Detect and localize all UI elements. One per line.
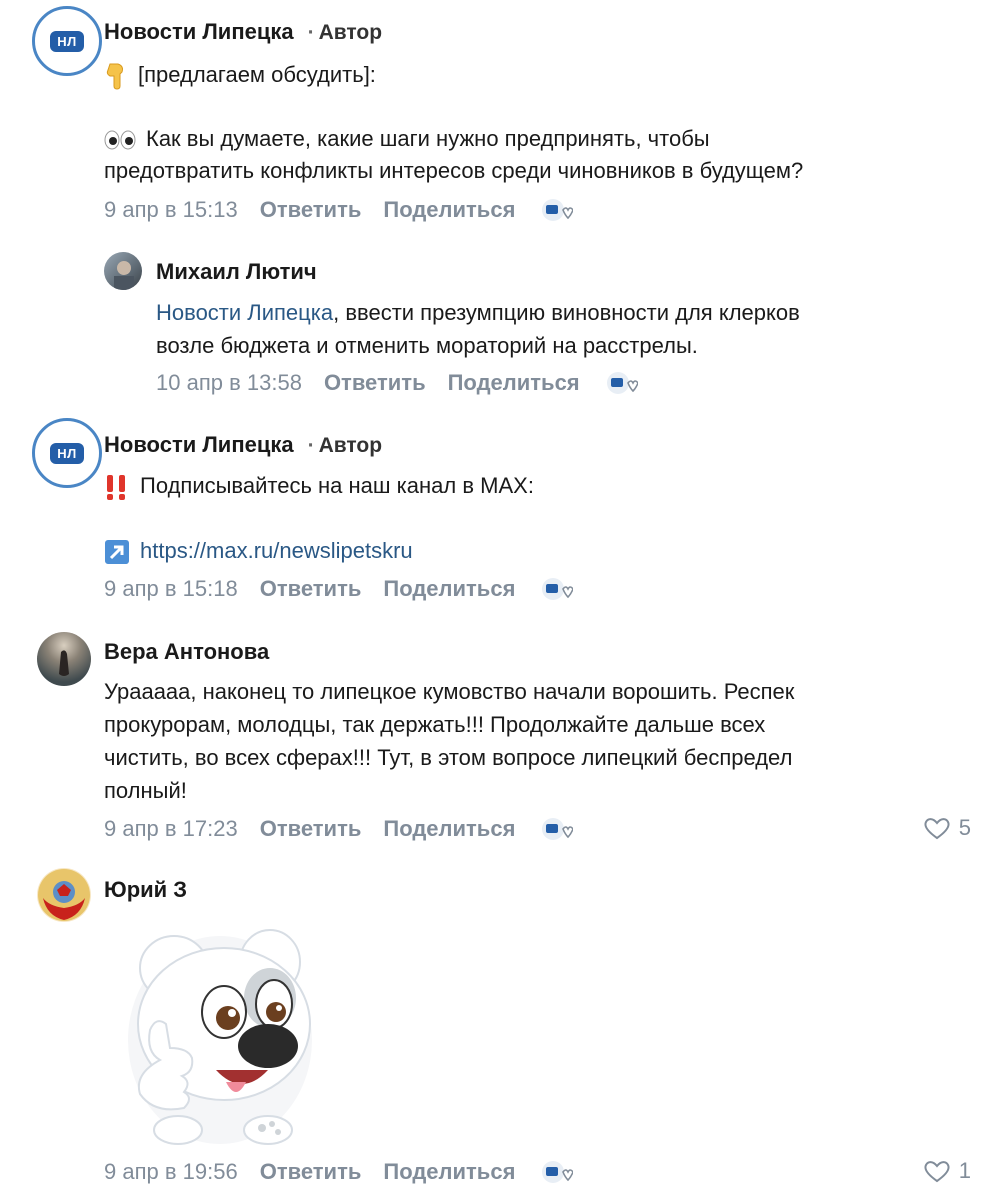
comment-date[interactable]: 9 апр в 15:18 — [104, 575, 238, 603]
comment-text: [предлагаем обсудить]: — [104, 58, 376, 91]
comment-line: предотвратить конфликты интересов среди … — [104, 158, 804, 183]
comment-text: возле бюджета и отменить мораторий на ра… — [156, 329, 698, 362]
comment-text: https://max.ru/newslipetskru — [104, 534, 413, 567]
reply-button[interactable]: Ответить — [260, 1158, 362, 1186]
comment-text: Как вы думаете, какие шаги нужно предпри… — [104, 122, 710, 155]
avatar[interactable]: НЛ — [32, 418, 102, 488]
author-badge: · Автор — [307, 21, 383, 44]
brand-badge: НЛ — [50, 442, 84, 464]
comment-meta: 9 апр в 15:18 Ответить Поделиться — [104, 575, 575, 603]
comment-text: Подписывайтесь на наш канал в MAX: — [104, 469, 534, 502]
mention-link[interactable]: Новости Липецка — [156, 300, 333, 325]
comment-text: Урааааа, наконец то липецкое кумовство н… — [104, 675, 794, 708]
point-down-emoji — [106, 63, 123, 90]
comment-meta: 9 апр в 15:13 Ответить Поделиться — [104, 196, 575, 224]
reaction-icon[interactable] — [541, 198, 575, 222]
comment-line: чистить, во всех сферах!!! Тут, в этом в… — [104, 745, 793, 770]
comment-line: [предлагаем обсудить]: — [138, 62, 376, 87]
like-count: 5 — [958, 815, 971, 840]
comment-line: прокурорам, молодцы, так держать!!! Прод… — [104, 712, 766, 737]
reaction-icon[interactable] — [541, 577, 575, 601]
author-badge-label: Автор — [318, 21, 383, 44]
comment-author[interactable]: Вера Антонова — [104, 638, 269, 666]
reaction-icon[interactable] — [606, 371, 639, 395]
comment-text: полный! — [104, 774, 187, 807]
brand-badge: НЛ — [50, 30, 84, 52]
like-count: 1 — [958, 1158, 971, 1183]
eyes-emoji — [104, 130, 136, 150]
comment-text: чистить, во всех сферах!!! Тут, в этом в… — [104, 741, 792, 774]
heart-icon — [924, 818, 950, 840]
comment-author[interactable]: Юрий З — [104, 876, 187, 904]
reaction-icon[interactable] — [541, 817, 575, 841]
avatar[interactable]: НЛ — [32, 6, 102, 76]
comment-author[interactable]: Михаил Лютич — [156, 258, 317, 286]
author-name[interactable]: Новости Липецка — [104, 19, 294, 44]
reaction-icon[interactable] — [541, 1160, 575, 1184]
reply-button[interactable]: Ответить — [324, 369, 426, 397]
share-button[interactable]: Поделиться — [383, 575, 515, 603]
comment-line: возле бюджета и отменить мораторий на ра… — [156, 333, 698, 358]
share-button[interactable]: Поделиться — [383, 196, 515, 224]
comment-text: Новости Липецка, ввести презумпцию винов… — [156, 296, 800, 329]
author-badge: · Автор — [307, 434, 383, 457]
reply-button[interactable]: Ответить — [260, 575, 362, 603]
sticker-image[interactable] — [120, 920, 320, 1150]
avatar[interactable] — [104, 252, 142, 290]
external-link[interactable]: https://max.ru/newslipetskru — [140, 538, 413, 563]
like-button[interactable]: 1 — [923, 1158, 971, 1184]
comment-text: предотвратить конфликты интересов среди … — [104, 154, 803, 187]
comment-meta: 10 апр в 13:58 Ответить Поделиться — [156, 369, 639, 397]
comment-meta: 9 апр в 19:56 Ответить Поделиться — [104, 1158, 575, 1186]
double-exclamation-emoji — [107, 475, 125, 501]
comment-line: полный! — [104, 778, 187, 803]
like-button[interactable]: 5 — [923, 815, 971, 841]
comment-line: , ввести презумпцию виновности для клерк… — [333, 300, 800, 325]
comment-date[interactable]: 9 апр в 17:23 — [104, 815, 238, 843]
comment-date[interactable]: 10 апр в 13:58 — [156, 369, 302, 397]
arrow-up-right-emoji — [105, 540, 129, 565]
author-name[interactable]: Новости Липецка — [104, 432, 294, 457]
share-button[interactable]: Поделиться — [383, 1158, 515, 1186]
comment-line: Как вы думаете, какие шаги нужно предпри… — [146, 126, 710, 151]
comment-line: Подписывайтесь на наш канал в MAX: — [140, 473, 534, 498]
comment-author[interactable]: Новости Липецка · Автор — [104, 431, 382, 460]
comment-meta: 9 апр в 17:23 Ответить Поделиться — [104, 815, 575, 843]
heart-icon — [924, 1161, 950, 1183]
reply-button[interactable]: Ответить — [260, 196, 362, 224]
share-button[interactable]: Поделиться — [383, 815, 515, 843]
comment-text: прокурорам, молодцы, так держать!!! Прод… — [104, 708, 765, 741]
author-badge-label: Автор — [318, 434, 383, 457]
comment-author[interactable]: Новости Липецка · Автор — [104, 18, 382, 47]
comment-date[interactable]: 9 апр в 15:13 — [104, 196, 238, 224]
comment-date[interactable]: 9 апр в 19:56 — [104, 1158, 238, 1186]
avatar[interactable] — [37, 632, 91, 686]
avatar[interactable] — [37, 868, 91, 922]
reply-button[interactable]: Ответить — [260, 815, 362, 843]
comment-line: Урааааа, наконец то липецкое кумовство н… — [104, 679, 795, 704]
share-button[interactable]: Поделиться — [448, 369, 580, 397]
